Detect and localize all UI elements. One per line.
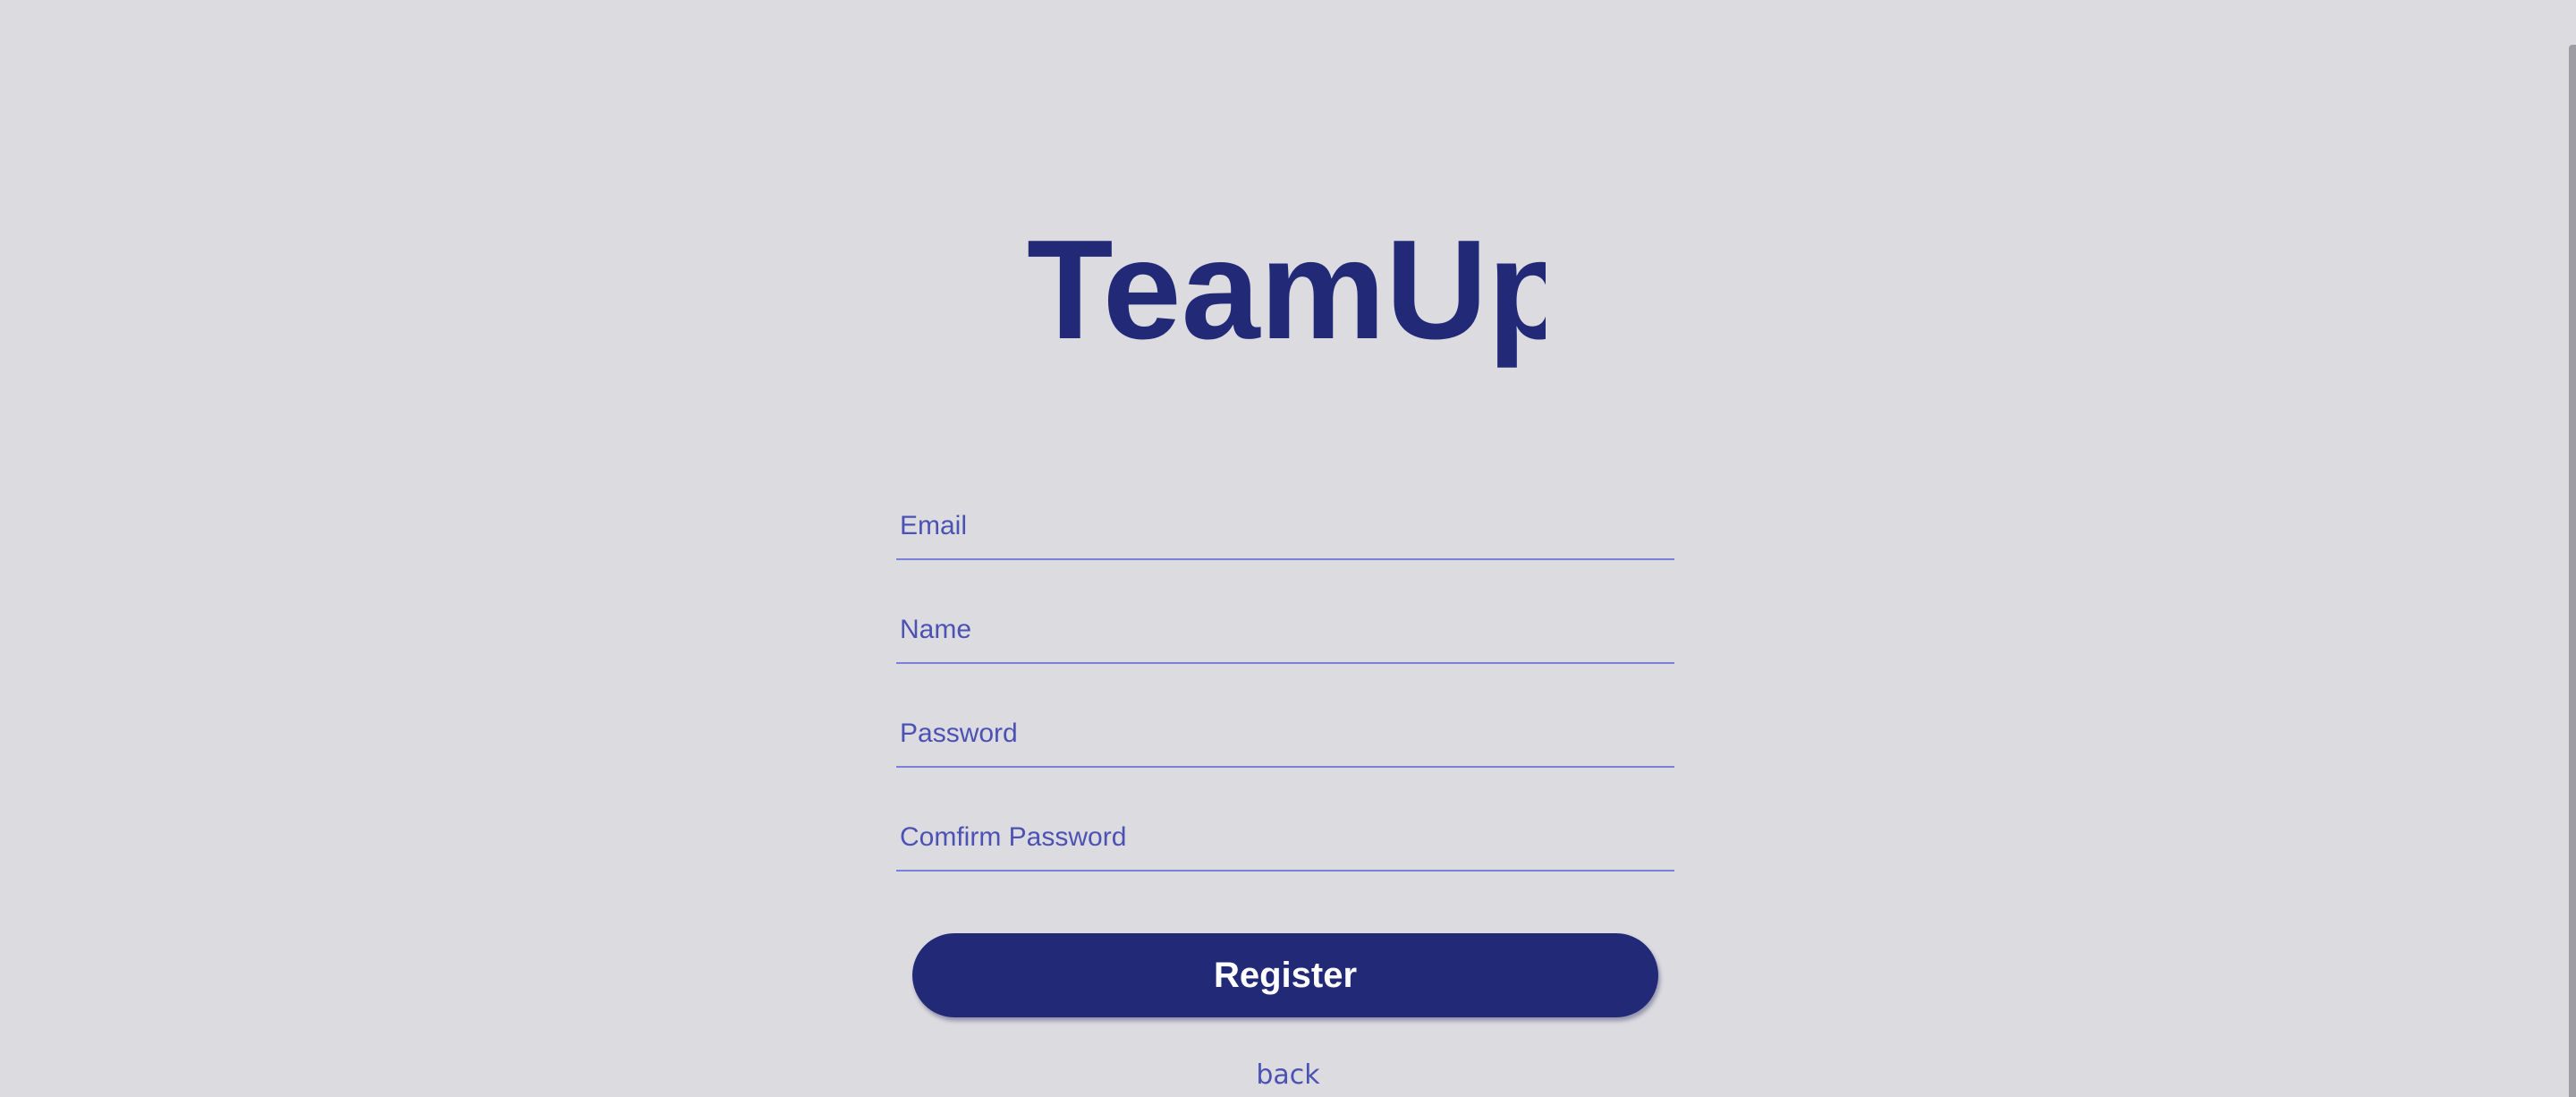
register-button[interactable]: Register (912, 933, 1658, 1017)
email-field[interactable] (900, 506, 1674, 546)
register-form (896, 483, 1674, 898)
confirm-password-field[interactable] (900, 818, 1674, 857)
teamup-logo-text: TeamUp (1027, 211, 1546, 369)
teamup-logo: TeamUp (1027, 199, 1546, 369)
register-page: TeamUp Register back (0, 0, 2576, 1097)
name-field[interactable] (900, 610, 1674, 650)
teamup-logo-mark: TeamUp (1027, 211, 1546, 369)
scrollbar[interactable] (2569, 45, 2576, 1097)
name-field-container (896, 587, 1674, 664)
password-field[interactable] (900, 714, 1674, 753)
password-field-container (896, 691, 1674, 768)
back-link[interactable]: back (1199, 1059, 1377, 1091)
confirm-password-field-container (896, 795, 1674, 872)
email-field-container (896, 483, 1674, 560)
